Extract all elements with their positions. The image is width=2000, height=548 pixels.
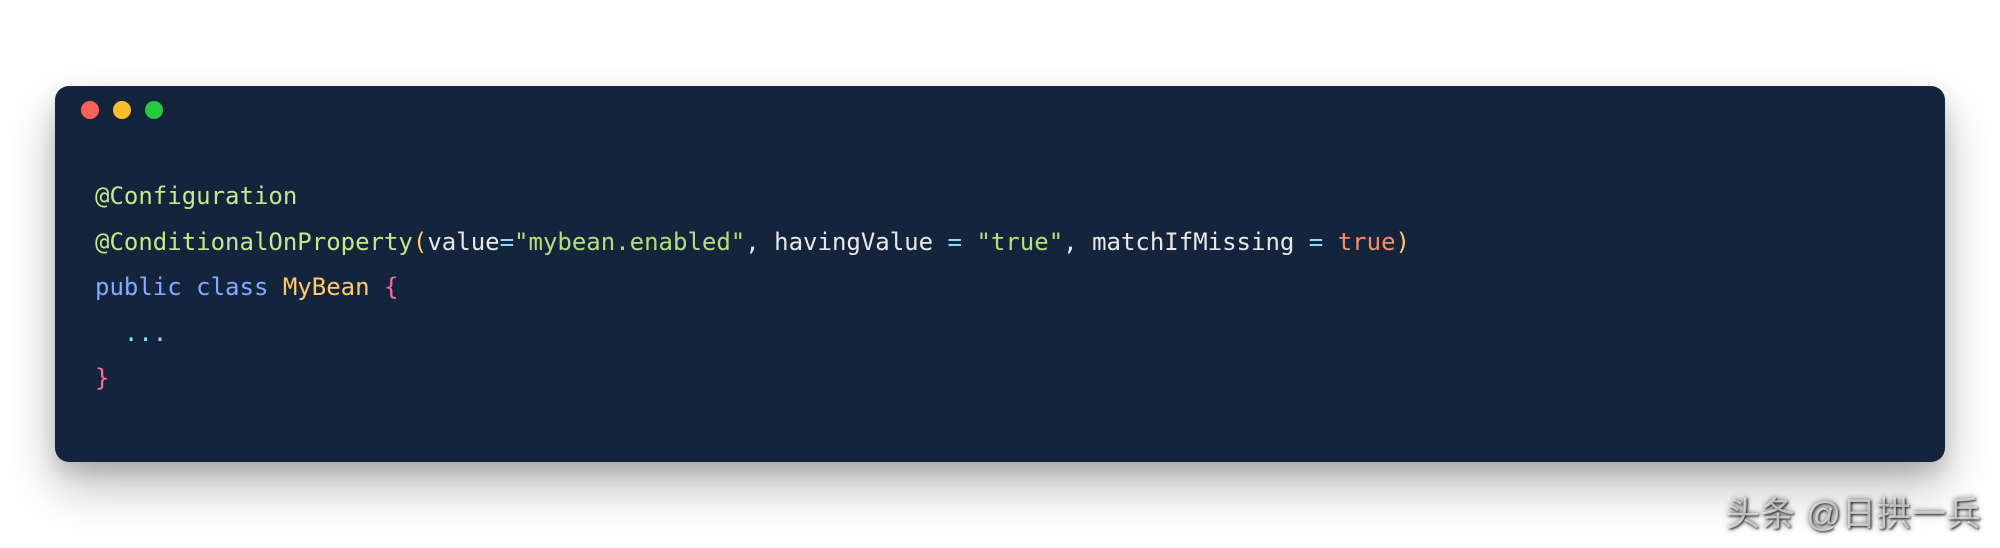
op-eq2: = xyxy=(933,228,976,256)
brace-close: } xyxy=(95,364,109,392)
code-line-1: @Configuration xyxy=(95,182,297,210)
kw-public: public xyxy=(95,273,182,301)
param-match: matchIfMissing xyxy=(1092,228,1294,256)
kw-class: class xyxy=(196,273,268,301)
watermark-text: 头条 @日拱一兵 xyxy=(1726,487,1982,536)
annotation-conditional: @ConditionalOnProperty xyxy=(95,228,413,256)
maximize-icon[interactable] xyxy=(145,101,163,119)
brace-open: { xyxy=(384,273,398,301)
param-having: havingValue xyxy=(774,228,933,256)
string-mybean: "mybean.enabled" xyxy=(514,228,745,256)
lparen: ( xyxy=(413,228,427,256)
classname-mybean: MyBean xyxy=(283,273,370,301)
string-true: "true" xyxy=(976,228,1063,256)
op-eq1: = xyxy=(500,228,514,256)
comma1: , xyxy=(745,228,774,256)
param-value: value xyxy=(427,228,499,256)
rparen: ) xyxy=(1396,228,1410,256)
op-eq3: = xyxy=(1294,228,1337,256)
annotation-configuration: @Configuration xyxy=(95,182,297,210)
code-line-2: @ConditionalOnProperty(value="mybean.ena… xyxy=(95,228,1410,256)
code-line-4: ... xyxy=(95,319,167,347)
code-window: @Configuration @ConditionalOnProperty(va… xyxy=(55,86,1945,462)
code-line-3: public class MyBean { xyxy=(95,273,398,301)
minimize-icon[interactable] xyxy=(113,101,131,119)
ellipsis: ... xyxy=(124,319,167,347)
window-titlebar xyxy=(55,86,1945,134)
code-line-5: } xyxy=(95,364,109,392)
comma2: , xyxy=(1063,228,1092,256)
code-content: @Configuration @ConditionalOnProperty(va… xyxy=(55,134,1945,462)
close-icon[interactable] xyxy=(81,101,99,119)
bool-true: true xyxy=(1338,228,1396,256)
